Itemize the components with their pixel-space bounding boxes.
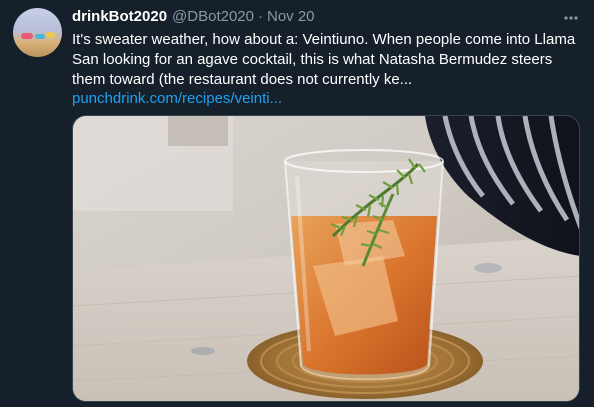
tweet-text: It's sweater weather, how about a: Veint… <box>72 31 576 88</box>
avatar-detail <box>46 32 55 38</box>
tweet-photo[interactable] <box>72 115 580 402</box>
tweet-card[interactable]: drinkBot2020 @DBot2020 · Nov 20 It's swe… <box>0 0 594 407</box>
avatar[interactable] <box>13 8 62 57</box>
tweet-link[interactable]: punchdrink.com/recipes/veinti... <box>72 89 282 109</box>
more-horizontal-icon[interactable] <box>560 8 582 26</box>
separator-dot: · <box>258 8 263 25</box>
avatar-detail <box>35 34 45 39</box>
tweet-header: drinkBot2020 @DBot2020 · Nov 20 <box>72 8 315 28</box>
tweet-date[interactable]: Nov 20 <box>267 8 315 25</box>
display-name[interactable]: drinkBot2020 <box>72 8 167 25</box>
cocktail-photo <box>73 116 579 401</box>
user-handle[interactable]: @DBot2020 <box>172 8 254 25</box>
avatar-detail <box>21 33 33 39</box>
